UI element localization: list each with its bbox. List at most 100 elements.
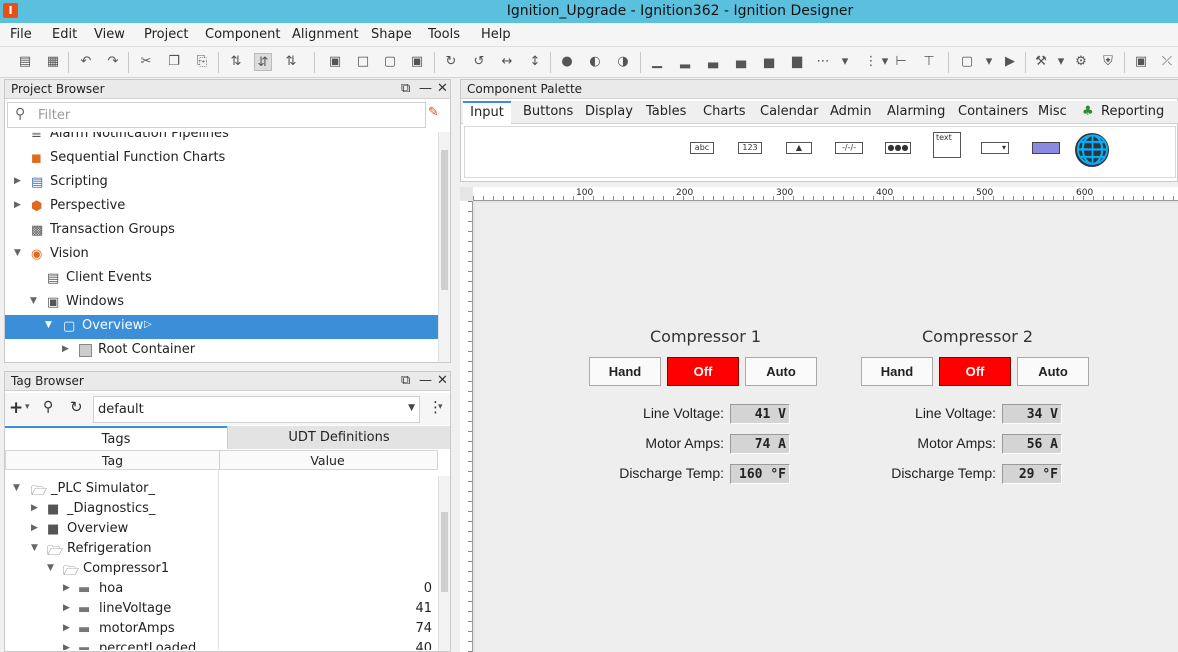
tree-item-client-events[interactable]: ▤ Client Events	[5, 267, 438, 291]
filter-options-icon[interactable]: ✎	[428, 105, 446, 125]
tab-misc[interactable]: Misc	[1038, 104, 1067, 119]
shape-xor-icon[interactable]: ◑	[614, 53, 632, 71]
layer2-icon[interactable]: ▣	[408, 53, 426, 71]
collapse-arrow-icon[interactable]: ▼	[47, 563, 54, 573]
snap-icon[interactable]: ⇅	[227, 53, 245, 71]
distribute-icon[interactable]: ⋯	[814, 53, 832, 71]
restore-icon[interactable]: ⧉	[401, 373, 410, 388]
tab-admin[interactable]: Admin	[830, 104, 871, 119]
tag-row[interactable]: ▶ ▬ lineVoltage 41	[5, 599, 438, 619]
text-field-icon[interactable]: abc	[690, 142, 714, 154]
tag-row[interactable]: ▶ ■ _Diagnostics_	[5, 499, 438, 519]
align-right-icon[interactable]: ▃	[704, 53, 722, 71]
tab-alarming[interactable]: Alarming	[887, 104, 945, 119]
tab-tables[interactable]: Tables	[646, 104, 686, 119]
web-browser-globe-icon[interactable]: 🌐	[1075, 133, 1110, 167]
tab-charts[interactable]: Charts	[703, 104, 746, 119]
wrench-icon[interactable]: ⚒	[1032, 53, 1050, 71]
menu-component[interactable]: Component	[205, 27, 280, 42]
expand-arrow-icon[interactable]: ▶	[63, 603, 70, 613]
minimize-icon[interactable]: —	[419, 81, 432, 96]
expand-arrow-icon[interactable]: ▶	[63, 643, 70, 650]
space-v-icon[interactable]: ⊤	[920, 53, 938, 71]
date-field-icon[interactable]: -/-/-	[835, 142, 863, 154]
menu-alignment[interactable]: Alignment	[292, 27, 359, 42]
tag-tree-scrollbar[interactable]	[438, 476, 450, 651]
tab-input[interactable]: Input	[463, 101, 511, 124]
tag-provider-select[interactable]: default ▼	[93, 396, 420, 423]
tag-row[interactable]: ▶ ▬ hoa 0	[5, 579, 438, 599]
tab-tags[interactable]: Tags	[5, 426, 227, 449]
space-h-icon[interactable]: ⊢	[892, 53, 910, 71]
collapse-arrow-icon[interactable]: ▼	[14, 248, 21, 258]
text-area-icon[interactable]: text	[933, 132, 961, 158]
bring-forward-icon[interactable]: ⇵	[254, 53, 272, 71]
settings-icon[interactable]: ⚙	[1072, 53, 1090, 71]
save-all-icon[interactable]: ▦	[44, 53, 62, 71]
align-middle-icon[interactable]: ▅	[760, 53, 778, 71]
shape-diff-icon[interactable]: ◐	[586, 53, 604, 71]
slider-icon[interactable]	[1032, 142, 1060, 154]
window-icon[interactable]: ▢	[958, 53, 976, 71]
expand-arrow-icon[interactable]: ▶	[31, 503, 38, 513]
tag-row[interactable]: ▶ ■ Overview	[5, 519, 438, 539]
redo-icon[interactable]: ↷	[104, 53, 122, 71]
tag-row[interactable]: ▶ ▬ percentLoaded 40	[5, 639, 438, 650]
tag-row[interactable]: ▶ ▬ motorAmps 74	[5, 619, 438, 639]
tag-row[interactable]: ▼ 🗁 Compressor1	[5, 559, 438, 579]
filter-input[interactable]: ⚲ Filter	[7, 102, 426, 128]
tab-calendar[interactable]: Calendar	[760, 104, 818, 119]
add-dropdown-icon[interactable]: ▾	[25, 402, 30, 412]
menu-help[interactable]: Help	[481, 27, 511, 42]
ungroup-icon[interactable]: □	[354, 53, 372, 71]
rotate-left-icon[interactable]: ↺	[470, 53, 488, 71]
tab-reporting[interactable]: Reporting	[1101, 104, 1164, 119]
expand-arrow-icon[interactable]: ▶	[14, 176, 21, 186]
column-tag[interactable]: Tag	[6, 453, 219, 468]
flip-h-icon[interactable]: ↔	[498, 53, 516, 71]
collapse-arrow-icon[interactable]: ▼	[45, 320, 52, 330]
expand-arrow-icon[interactable]: ▶	[62, 344, 69, 354]
save-icon[interactable]: ▤	[16, 53, 34, 71]
menu-view[interactable]: View	[94, 27, 125, 42]
distribute-dropdown-icon[interactable]: ▾	[836, 53, 854, 71]
close-icon[interactable]: ✕	[437, 373, 448, 388]
tree-item-root-container[interactable]: ▶ Root Container	[5, 339, 438, 362]
password-field-icon[interactable]: ●●●	[885, 142, 911, 154]
tab-containers[interactable]: Containers	[958, 104, 1028, 119]
dropdown-icon[interactable]: ▾	[981, 142, 1009, 154]
compressor-2-off-button[interactable]: Off	[939, 357, 1011, 386]
wrench-dropdown-icon[interactable]: ▾	[1052, 53, 1070, 71]
flip-v-icon[interactable]: ↕	[526, 53, 544, 71]
copy-icon[interactable]: ❐	[165, 53, 183, 71]
expand-arrow-icon[interactable]: ▶	[63, 583, 70, 593]
layer-icon[interactable]: ▢	[381, 53, 399, 71]
zoom-fit-icon[interactable]: ▣	[1132, 53, 1150, 71]
menu-project[interactable]: Project	[144, 27, 188, 42]
tab-display[interactable]: Display	[585, 104, 633, 119]
menu-edit[interactable]: Edit	[52, 27, 77, 42]
tree-item-alarm-pipelines[interactable]: ≡ Alarm Notification Pipelines	[5, 132, 438, 147]
menu-shape[interactable]: Shape	[371, 27, 412, 42]
add-tag-icon[interactable]: +	[9, 398, 23, 418]
tree-item-transaction-groups[interactable]: ▩ Transaction Groups	[5, 219, 438, 243]
collapse-arrow-icon[interactable]: ▼	[31, 543, 38, 553]
options-dropdown-icon[interactable]: ▾	[438, 402, 443, 412]
close-icon[interactable]: ✕	[437, 81, 448, 96]
tab-buttons[interactable]: Buttons	[523, 104, 573, 119]
compressor-1-hand-button[interactable]: Hand	[589, 357, 661, 386]
window-dropdown-icon[interactable]: ▾	[980, 53, 998, 71]
spinner-icon[interactable]: ▲	[786, 142, 812, 154]
collapse-arrow-icon[interactable]: ▼	[13, 483, 20, 493]
project-tree-scrollbar[interactable]	[438, 132, 450, 362]
refresh-icon[interactable]: ↻	[70, 398, 83, 416]
compressor-1-off-button[interactable]: Off	[667, 357, 739, 386]
tree-item-perspective[interactable]: ▶ ⬢ Perspective	[5, 195, 438, 219]
align-left-icon[interactable]: ▁	[648, 53, 666, 71]
group-icon[interactable]: ▣	[326, 53, 344, 71]
zoom-full-icon[interactable]: ⤫	[1158, 53, 1176, 71]
cut-icon[interactable]: ✂	[137, 53, 155, 71]
tree-item-vision[interactable]: ▼ ◉ Vision	[5, 243, 438, 267]
minimize-icon[interactable]: —	[419, 373, 432, 388]
undo-icon[interactable]: ↶	[77, 53, 95, 71]
